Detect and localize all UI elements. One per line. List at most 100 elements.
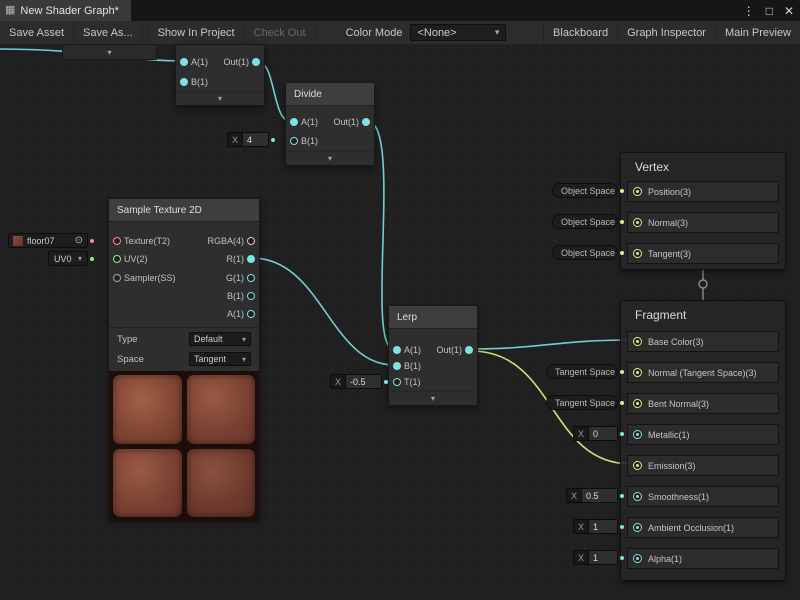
port-row: Out(1): [433, 342, 477, 358]
input-port-b[interactable]: [180, 78, 188, 86]
normal-port[interactable]: [633, 218, 642, 227]
output-port-rgba[interactable]: [247, 237, 255, 245]
normal-space-pill[interactable]: Object Space: [552, 214, 618, 229]
alpha-field[interactable]: X 1: [573, 550, 618, 565]
check-out-button[interactable]: Check Out: [245, 21, 316, 44]
chevron-down-icon: ▾: [495, 27, 500, 38]
input-port-b[interactable]: [290, 137, 298, 145]
input-port-b[interactable]: [393, 362, 401, 370]
field-value[interactable]: -0.5: [345, 375, 381, 388]
port-label: R(1): [227, 254, 245, 264]
bent-normal-port[interactable]: [633, 399, 642, 408]
show-in-project-button[interactable]: Show In Project: [148, 21, 245, 44]
vertex-row-position[interactable]: Position(3): [627, 181, 779, 202]
divide-node[interactable]: Divide A(1) B(1) Out(1) ▾: [285, 82, 375, 166]
field-value[interactable]: 0.5: [581, 489, 617, 502]
fragment-row-base-color[interactable]: Base Color(3): [627, 331, 779, 352]
fragment-stack[interactable]: Fragment Base Color(3) Normal (Tangent S…: [620, 300, 786, 581]
node-collapse-strip[interactable]: ▾: [176, 91, 264, 105]
output-port-g[interactable]: [247, 274, 255, 282]
input-port-a[interactable]: [393, 346, 401, 354]
fragment-row-metallic[interactable]: Metallic(1): [627, 424, 779, 445]
object-picker-icon[interactable]: ⊙: [75, 236, 83, 246]
close-icon[interactable]: ✕: [784, 4, 794, 18]
port-label: Texture(T2): [124, 236, 170, 246]
space-control-row: Space Tangent ▾: [109, 349, 259, 369]
row-label: Normal(3): [648, 218, 688, 228]
sample-texture-node-header[interactable]: Sample Texture 2D: [109, 199, 259, 222]
main-preview-button[interactable]: Main Preview: [716, 21, 800, 44]
emission-port[interactable]: [633, 461, 642, 470]
lerp-node-header[interactable]: Lerp: [389, 306, 477, 329]
chevron-down-icon[interactable]: ▾: [107, 48, 111, 57]
space-dropdown[interactable]: Tangent ▾: [189, 352, 251, 366]
collapsed-node-stub[interactable]: ▾: [62, 44, 157, 60]
metallic-port[interactable]: [633, 430, 642, 439]
base-color-port[interactable]: [633, 337, 642, 346]
blackboard-button[interactable]: Blackboard: [543, 21, 618, 44]
type-dropdown[interactable]: Default ▾: [189, 332, 251, 346]
normal-ts-port[interactable]: [633, 368, 642, 377]
color-mode-dropdown[interactable]: <None> ▾: [410, 24, 506, 41]
maximize-icon[interactable]: □: [766, 4, 773, 18]
tab-new-shader-graph[interactable]: ▦ New Shader Graph*: [0, 0, 131, 21]
vertex-row-tangent[interactable]: Tangent(3): [627, 243, 779, 264]
field-value[interactable]: 4: [242, 133, 268, 146]
metallic-field[interactable]: X 0: [573, 426, 618, 441]
fragment-row-bent-normal[interactable]: Bent Normal(3): [627, 393, 779, 414]
output-port-a[interactable]: [247, 310, 255, 318]
field-value[interactable]: 0: [588, 427, 617, 440]
space-value: Tangent: [194, 354, 226, 364]
port-row: G(1): [223, 269, 259, 287]
position-port[interactable]: [633, 187, 642, 196]
fragment-row-emission[interactable]: Emission(3): [627, 455, 779, 476]
row-label: Smoothness(1): [648, 492, 709, 502]
tangent-port[interactable]: [633, 249, 642, 258]
divide-b-field[interactable]: X 4: [227, 132, 269, 147]
lerp-node[interactable]: Lerp A(1) B(1) T(1) Out(1) ▾: [388, 305, 478, 406]
smoothness-field[interactable]: X 0.5: [566, 488, 618, 503]
save-asset-button[interactable]: Save Asset: [0, 21, 74, 44]
save-as-button[interactable]: Save As...: [74, 21, 143, 44]
vertex-stack-title: Vertex: [635, 160, 669, 174]
texture-thumbnail: [13, 236, 23, 246]
sample-texture-2d-node[interactable]: Sample Texture 2D Texture(T2) UV(2) Samp…: [108, 198, 260, 520]
input-port-t[interactable]: [393, 378, 401, 386]
graph-inspector-button[interactable]: Graph Inspector: [618, 21, 716, 44]
input-port-uv[interactable]: [113, 255, 121, 263]
smoothness-port[interactable]: [633, 492, 642, 501]
output-port[interactable]: [362, 118, 370, 126]
output-port-b[interactable]: [247, 292, 255, 300]
node-collapse-strip[interactable]: ▾: [389, 391, 477, 405]
texture-object-field[interactable]: floor07 ⊙: [8, 233, 88, 248]
vertex-stack[interactable]: Vertex Position(3) Normal(3) Tangent(3): [620, 152, 786, 270]
window-menu-icon[interactable]: ⋮: [743, 4, 755, 18]
alpha-port[interactable]: [633, 554, 642, 563]
add-node-partial[interactable]: A(1) B(1) Out(1) ▾: [175, 44, 265, 106]
output-port[interactable]: [465, 346, 473, 354]
ambient-occlusion-port[interactable]: [633, 523, 642, 532]
divide-node-header[interactable]: Divide: [286, 83, 374, 106]
fragment-row-smoothness[interactable]: Smoothness(1): [627, 486, 779, 507]
node-collapse-strip[interactable]: ▾: [286, 151, 374, 165]
position-space-pill[interactable]: Object Space: [552, 183, 618, 198]
ambient-occlusion-field[interactable]: X 1: [573, 519, 618, 534]
input-port-a[interactable]: [180, 58, 188, 66]
fragment-row-alpha[interactable]: Alpha(1): [627, 548, 779, 569]
input-port-texture[interactable]: [113, 237, 121, 245]
fragment-row-normal-ts[interactable]: Normal (Tangent Space)(3): [627, 362, 779, 383]
uv-channel-dropdown[interactable]: UV0 ▾: [48, 251, 88, 266]
normal-ts-space-pill[interactable]: Tangent Space: [546, 364, 618, 379]
field-value[interactable]: 1: [588, 551, 617, 564]
lerp-t-field[interactable]: X -0.5: [330, 374, 382, 389]
input-port-sampler[interactable]: [113, 274, 121, 282]
field-value[interactable]: 1: [588, 520, 617, 533]
fragment-row-ambient-occlusion[interactable]: Ambient Occlusion(1): [627, 517, 779, 538]
vertex-row-normal[interactable]: Normal(3): [627, 212, 779, 233]
input-port-a[interactable]: [290, 118, 298, 126]
output-port[interactable]: [252, 58, 260, 66]
output-port-r[interactable]: [247, 255, 255, 263]
tangent-space-pill[interactable]: Object Space: [552, 245, 618, 260]
port-label: B(1): [191, 77, 208, 87]
bent-normal-space-pill[interactable]: Tangent Space: [546, 395, 618, 410]
